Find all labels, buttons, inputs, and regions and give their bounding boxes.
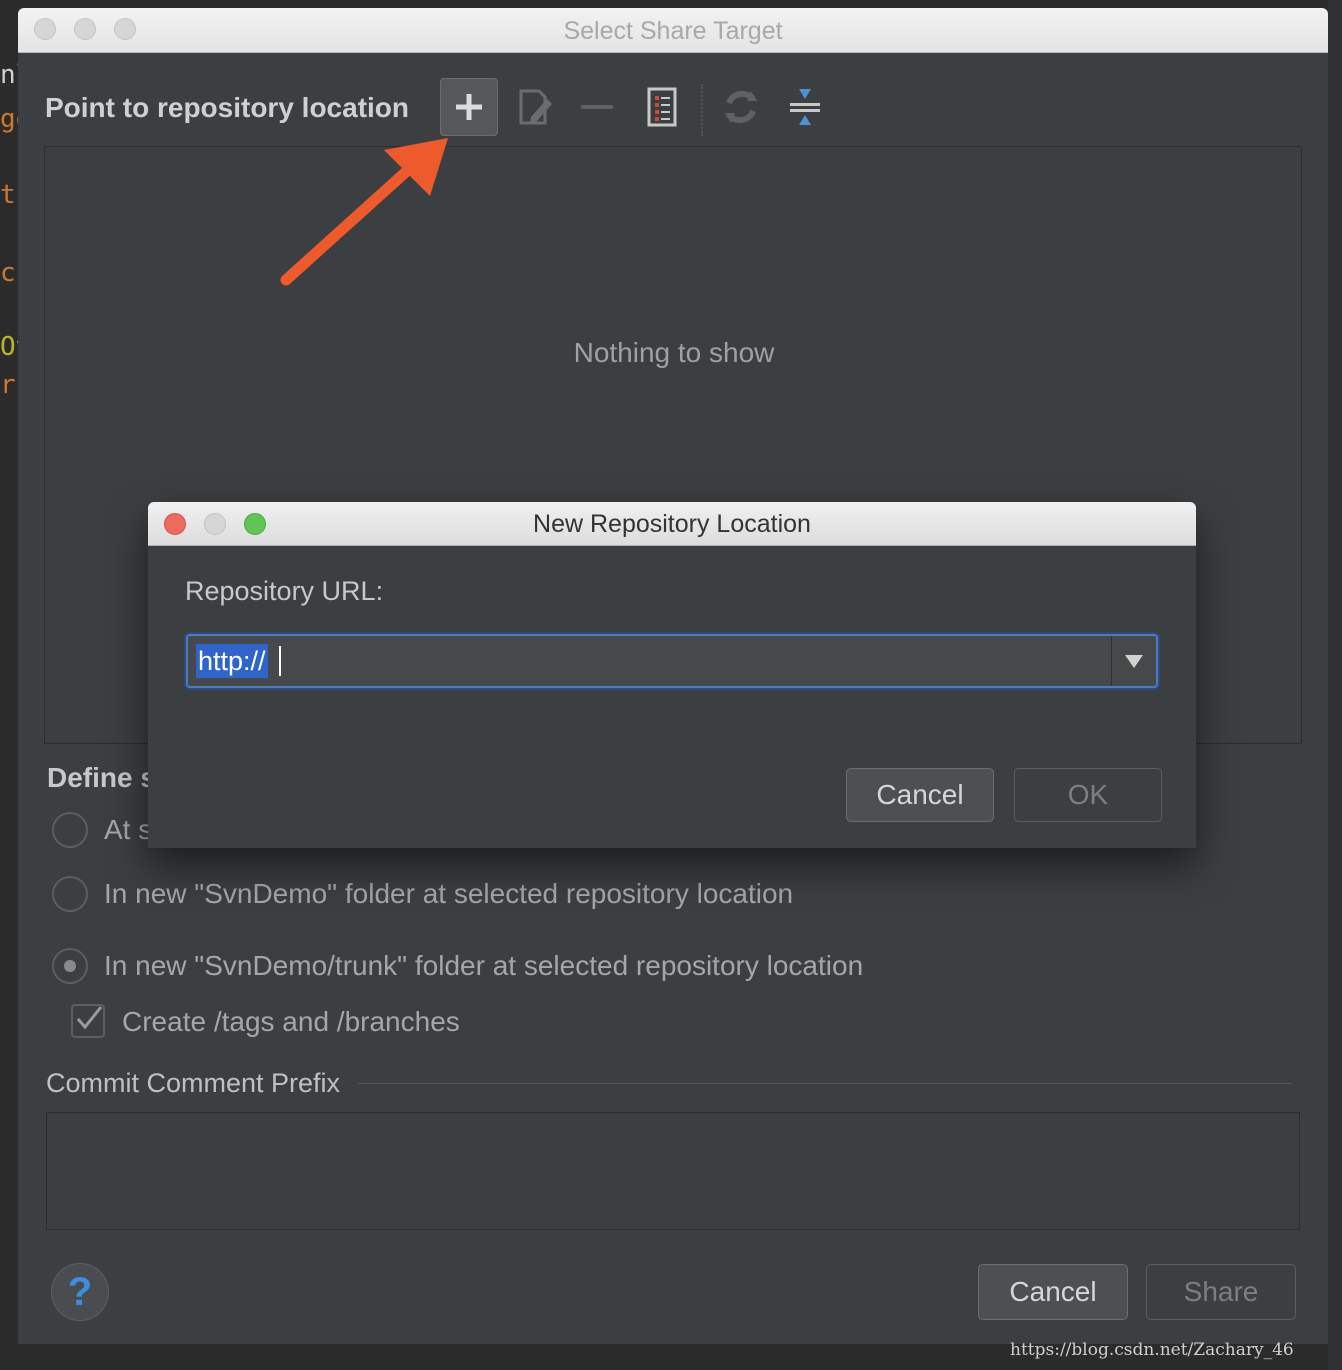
text-caret bbox=[279, 646, 281, 676]
url-dropdown-button[interactable] bbox=[1111, 636, 1156, 686]
annotation-arrow-icon bbox=[280, 138, 448, 286]
chevron-down-icon bbox=[1125, 655, 1143, 668]
repository-url-label: Repository URL: bbox=[185, 576, 384, 606]
dialog-titlebar: New Repository Location bbox=[148, 502, 1196, 546]
collapse-all-button[interactable] bbox=[776, 78, 834, 136]
dialog-ok-button[interactable]: OK bbox=[1014, 768, 1162, 822]
dialog-cancel-button[interactable]: Cancel bbox=[846, 768, 994, 822]
radio-option-1[interactable] bbox=[52, 812, 88, 848]
edit-icon bbox=[519, 89, 552, 125]
refresh-button[interactable] bbox=[712, 78, 770, 136]
repository-url-input[interactable]: http:// bbox=[196, 644, 268, 678]
radio-selected-dot bbox=[64, 960, 76, 972]
repository-url-combobox[interactable]: http:// bbox=[186, 634, 1158, 688]
editor-fragment: rc bbox=[0, 370, 18, 400]
refresh-icon bbox=[725, 90, 757, 124]
remove-repository-button[interactable] bbox=[568, 78, 626, 136]
editor-fragment: t bbox=[0, 180, 16, 210]
dialog-title: New Repository Location bbox=[533, 510, 811, 538]
edit-repository-button[interactable] bbox=[506, 78, 564, 136]
watermark: https://blog.csdn.net/Zachary_46 bbox=[1010, 1340, 1294, 1360]
minus-icon bbox=[581, 105, 613, 109]
editor-fragment: Ov bbox=[0, 332, 18, 362]
radio-option-3-label: In new "SvnDemo/trunk" folder at selecte… bbox=[104, 950, 864, 981]
editor-fragment: c bbox=[0, 258, 16, 288]
editor-fragment: nl bbox=[0, 60, 18, 90]
background-editor: nl ge t c Ov rc bbox=[0, 0, 18, 1370]
radio-option-2-label: In new "SvnDemo" folder at selected repo… bbox=[104, 878, 794, 909]
checkmark-icon bbox=[76, 1006, 103, 1030]
share-button[interactable]: Share bbox=[1146, 1264, 1296, 1320]
repository-section-title: Point to repository location bbox=[45, 92, 410, 123]
new-repository-location-dialog: New Repository Location Repository URL: … bbox=[148, 502, 1196, 848]
background-panel bbox=[1328, 0, 1342, 1370]
plus-icon bbox=[456, 94, 482, 120]
radio-option-3[interactable] bbox=[52, 948, 88, 984]
collapse-icon bbox=[790, 89, 820, 125]
radio-option-2[interactable] bbox=[52, 876, 88, 912]
create-tags-branches-checkbox[interactable] bbox=[71, 1004, 105, 1038]
create-tags-branches-label: Create /tags and /branches bbox=[122, 1006, 460, 1037]
radio-option-1-label: At s bbox=[104, 814, 153, 845]
empty-list-text: Nothing to show bbox=[573, 337, 775, 368]
document-icon bbox=[647, 87, 677, 127]
commit-prefix-title: Commit Comment Prefix bbox=[46, 1068, 341, 1098]
section-divider bbox=[358, 1083, 1292, 1084]
commit-prefix-textarea[interactable] bbox=[46, 1112, 1300, 1230]
toolbar-separator bbox=[701, 84, 703, 136]
repository-details-button[interactable] bbox=[633, 78, 691, 136]
help-icon: ? bbox=[67, 1269, 93, 1314]
cancel-button[interactable]: Cancel bbox=[978, 1264, 1128, 1320]
editor-fragment: ge bbox=[0, 104, 18, 134]
window-titlebar: Select Share Target bbox=[18, 8, 1328, 53]
help-button[interactable]: ? bbox=[51, 1263, 109, 1321]
define-section-title: Define s bbox=[47, 762, 156, 793]
window-title: Select Share Target bbox=[563, 17, 783, 45]
